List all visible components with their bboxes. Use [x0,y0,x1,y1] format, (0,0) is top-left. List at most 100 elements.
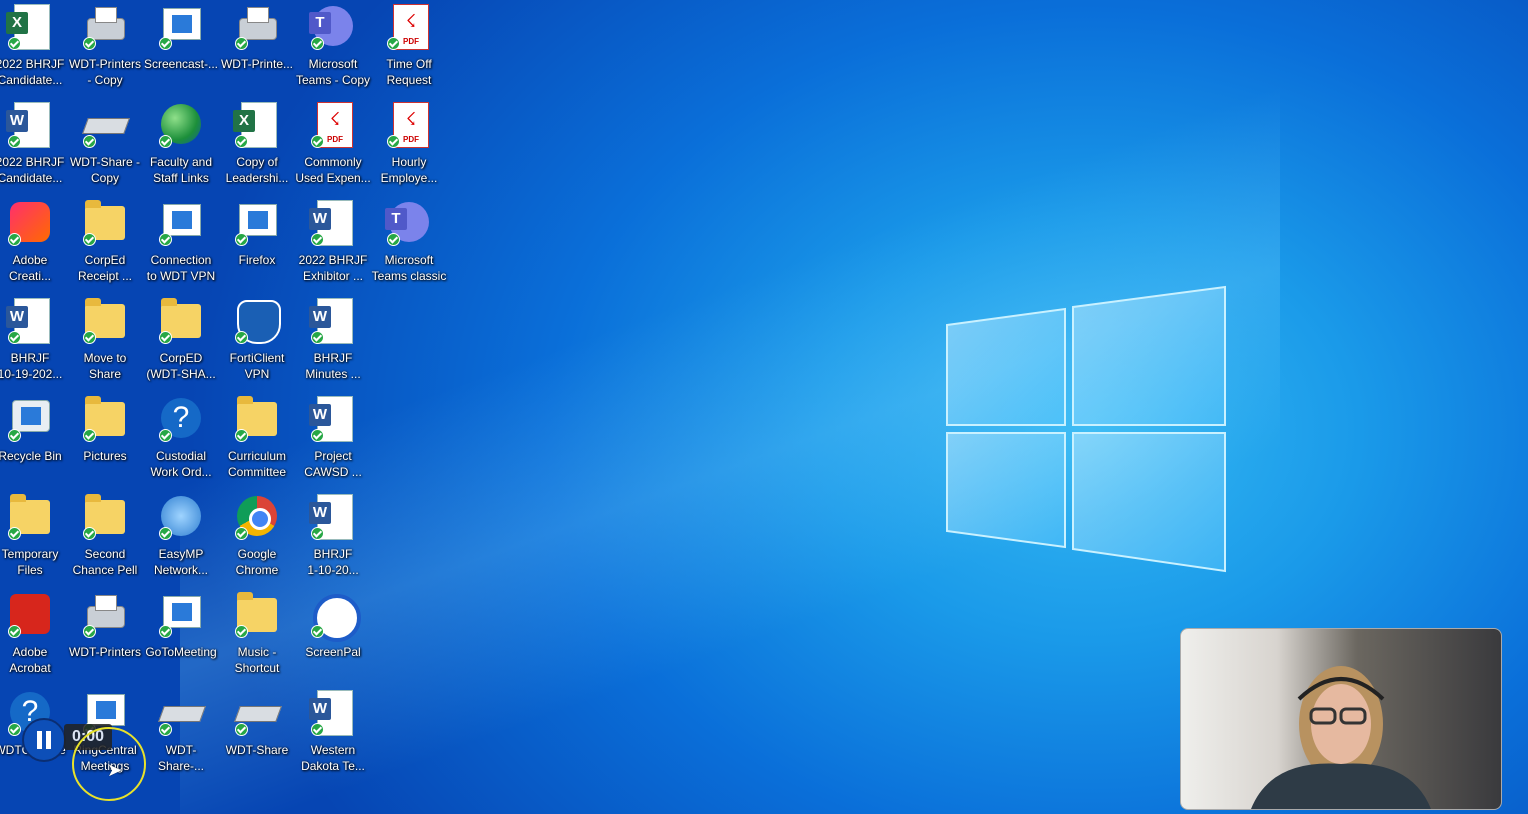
sync-status-icon [235,527,248,540]
desktop-icon[interactable]: W BHRJF 1-10-20... [295,492,371,588]
word-icon: W [309,492,357,540]
desktop-icon[interactable]: W 2022 BHRJF Candidate... [0,100,68,196]
folder-icon [81,296,129,344]
folder-icon [81,492,129,540]
sync-status-icon [83,625,96,638]
desktop-icon-label: BHRJF 10-19-202... [0,351,63,381]
desktop-icon[interactable]: Move to Share [67,296,143,392]
sync-status-icon [387,37,400,50]
desktop-icon-label: Connection to WDT VPN [146,253,216,283]
word-icon: W [6,100,54,148]
desktop-icon-label: BHRJF Minutes ... [305,351,361,381]
desktop-icon-label: Screencast-... [143,57,219,71]
word-icon: W [309,296,357,344]
desktop-icon[interactable]: CorpED (WDT-SHA... [143,296,219,392]
desktop-icon[interactable]: Temporary Files [0,492,68,588]
sync-status-icon [311,37,324,50]
desktop-icon[interactable]: ? Custodial Work Ord... [143,394,219,490]
desktop-icon[interactable]: W Project CAWSD ... [295,394,371,490]
sync-status-icon [159,233,172,246]
desktop-icon[interactable]: Faculty and Staff Links [143,100,219,196]
desktop-icon[interactable]: T Microsoft Teams - Copy [295,2,371,98]
screen-icon [233,198,281,246]
word-icon: W [309,394,357,442]
desktop-icon-label: BHRJF 1-10-20... [307,547,359,577]
sync-status-icon [159,331,172,344]
desktop-icon[interactable]: X 2022 BHRJF Candidate... [0,2,68,98]
desktop-icon[interactable]: Google Chrome [219,492,295,588]
desktop-icon[interactable]: WDT-Printers [67,590,143,686]
word-icon: W [309,688,357,736]
desktop-icon[interactable]: Pictures [67,394,143,490]
desktop-icon[interactable]: Adobe Acrobat [0,590,68,686]
pause-icon[interactable] [22,718,66,762]
shield-icon [233,296,281,344]
desktop-icon[interactable]: CorpEd Receipt ... [67,198,143,294]
sync-status-icon [311,331,324,344]
desktop-icon[interactable]: Connection to WDT VPN [143,198,219,294]
desktop-icon[interactable]: GoToMeeting [143,590,219,686]
help-icon: ? [157,394,205,442]
desktop-icon[interactable]: W 2022 BHRJF Exhibitor ... [295,198,371,294]
desktop-icon[interactable]: W Western Dakota Te... [295,688,371,784]
sync-status-icon [159,625,172,638]
printer-icon [233,2,281,50]
drive-icon [81,100,130,148]
desktop-icon[interactable]: Firefox [219,198,295,294]
sync-status-icon [311,135,324,148]
mouse-cursor-icon: ➤ [107,760,123,780]
sync-status-icon [387,233,400,246]
desktop-icon-label: Music - Shortcut [234,645,280,675]
desktop-icon-label: CorpED (WDT-SHA... [146,351,216,381]
pdf-icon [385,100,433,148]
desktop-icon-label: WDT-Printers - Copy [69,57,141,87]
desktop-icon[interactable]: T Microsoft Teams classic [371,198,447,294]
desktop-icon[interactable]: W BHRJF 10-19-202... [0,296,68,392]
desktop-icon-label: CorpEd Receipt ... [77,253,133,283]
desktop-icon[interactable]: WDT-Printe... [219,2,295,98]
desktop-icon[interactable]: WDT-Share [219,688,295,784]
desktop-icon-label: Time Off Request [386,57,432,87]
folder-icon [6,492,54,540]
desktop-icon[interactable]: WDT-Share - Copy [67,100,143,196]
desktop-icon-label: WDT-Share [225,743,289,757]
desktop-icon-label: 2022 BHRJF Candidate... [0,155,65,185]
globe-icon [157,100,205,148]
desktop-icon-grid: X2022 BHRJF Candidate...WDT-Printers - C… [0,0,460,790]
desktop-icon-label: Adobe Acrobat [9,645,51,675]
sync-status-icon [8,37,21,50]
desktop-icon-label: Commonly Used Expen... [295,155,371,185]
desktop-icon[interactable]: Adobe Creati... [0,198,68,294]
desktop-icon-label: Project CAWSD ... [304,449,362,479]
sync-status-icon [83,233,96,246]
desktop-icon[interactable]: Time Off Request [371,2,447,98]
desktop-icon[interactable]: Music - Shortcut [219,590,295,686]
desktop-icon[interactable]: WDT-Printers - Copy [67,2,143,98]
desktop-icon[interactable]: Recycle Bin [0,394,68,490]
desktop-icon-label: 2022 BHRJF Exhibitor ... [298,253,368,283]
desktop-icon[interactable]: Second Chance Pell [67,492,143,588]
sync-status-icon [83,527,96,540]
desktop-icon[interactable]: FortiClient VPN [219,296,295,392]
sync-status-icon [83,331,96,344]
desktop-icon-label: WDT-Share - Copy [69,155,140,185]
desktop-icon[interactable]: Commonly Used Expen... [295,100,371,196]
sync-status-icon [83,429,96,442]
desktop-icon[interactable]: Hourly Employe... [371,100,447,196]
chrome-icon [233,492,281,540]
desktop-icon[interactable]: W BHRJF Minutes ... [295,296,371,392]
sync-status-icon [235,135,248,148]
desktop-icon-label: Hourly Employe... [380,155,438,185]
word-icon: W [6,296,54,344]
desktop-icon[interactable]: ScreenPal [295,590,371,686]
desktop-icon[interactable]: Screencast-... [143,2,219,98]
acrobat-icon [6,590,54,638]
easymp-icon [157,492,205,540]
desktop-icon[interactable]: X Copy of Leadershi... [219,100,295,196]
sync-status-icon [8,723,21,736]
desktop-icon-label: GoToMeeting [145,645,217,659]
desktop-icon[interactable]: WDT-Share-... [143,688,219,784]
desktop-icon[interactable]: EasyMP Network... [143,492,219,588]
desktop-icon[interactable]: Curriculum Committee [219,394,295,490]
folder-icon [157,296,205,344]
